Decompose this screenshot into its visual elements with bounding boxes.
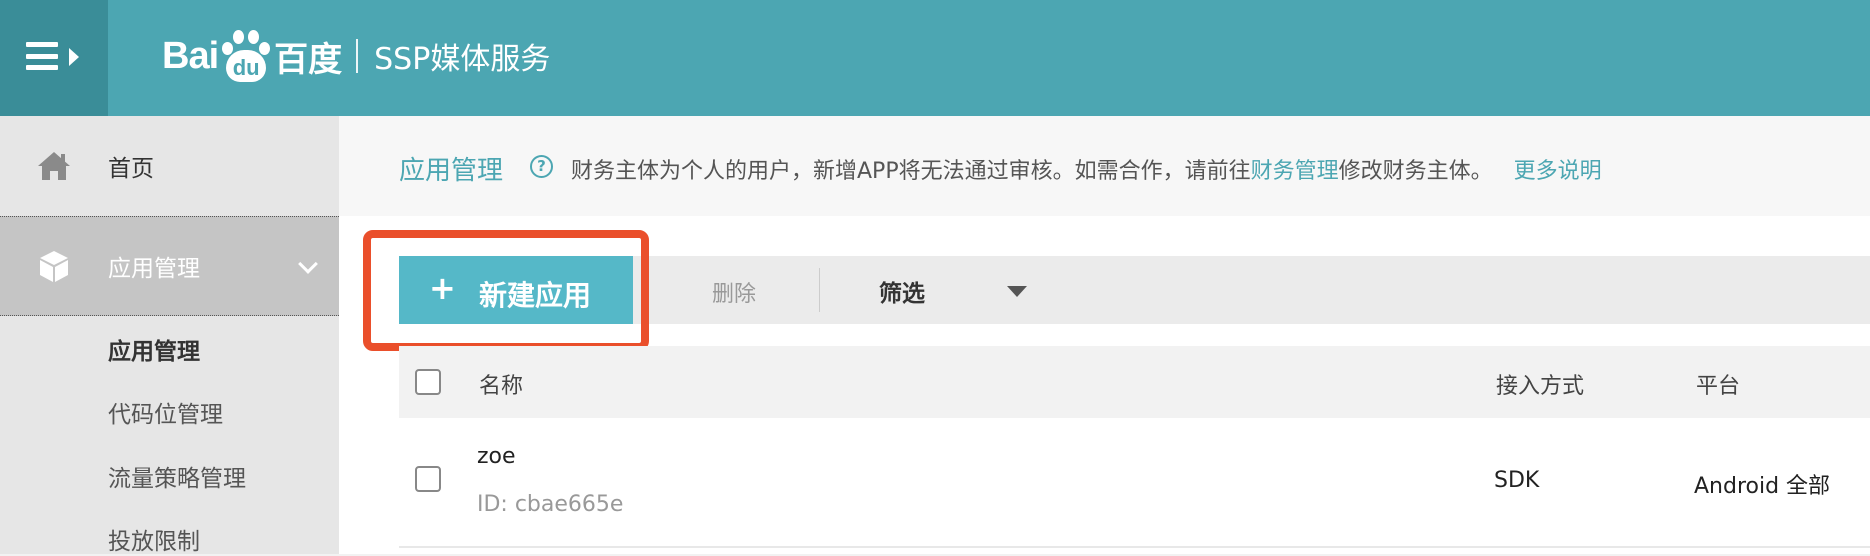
product-name: SSP媒体服务 <box>374 42 551 77</box>
main-content: 应用管理 ? 财务主体为个人的用户，新增APP将无法通过审核。如需合作，请前往财… <box>339 116 1870 554</box>
filter-button[interactable]: 筛选 <box>879 274 925 308</box>
column-header-access: 接入方式 <box>1496 374 1585 399</box>
page-title: 应用管理 <box>399 156 504 186</box>
sidebar-item-home[interactable]: 首页 <box>0 116 339 216</box>
sidebar-subitem-delivery-limit[interactable]: 投放限制 <box>108 522 200 556</box>
app-id: ID: cbae665e <box>477 492 624 517</box>
sidebar-subitem-traffic-strategy[interactable]: 流量策略管理 <box>108 459 246 493</box>
select-all-checkbox[interactable] <box>415 369 441 395</box>
logo-separator <box>356 39 359 73</box>
toolbar-divider <box>819 268 820 312</box>
sidebar-subitem-adunit-management[interactable]: 代码位管理 <box>108 395 223 429</box>
caret-down-icon[interactable] <box>1007 286 1027 297</box>
hamburger-icon <box>26 42 58 70</box>
delete-button[interactable]: 删除 <box>712 276 756 308</box>
cube-icon <box>40 251 68 282</box>
sidebar-subitem-app-management[interactable]: 应用管理 <box>108 332 200 366</box>
notice-bar: 应用管理 ? 财务主体为个人的用户，新增APP将无法通过审核。如需合作，请前往财… <box>339 116 1870 216</box>
paw-icon: du <box>220 30 271 82</box>
app-name[interactable]: zoe <box>477 444 516 469</box>
notice-text: 财务主体为个人的用户，新增APP将无法通过审核。如需合作，请前往财务管理修改财务… <box>571 159 1602 184</box>
expand-arrow-icon <box>69 48 79 66</box>
table-header: 名称 接入方式 平台 <box>399 346 1870 418</box>
home-icon <box>38 152 70 180</box>
column-header-name: 名称 <box>479 374 524 399</box>
highlight-annotation <box>363 230 649 351</box>
sidebar-item-label: 首页 <box>108 156 154 182</box>
top-header: Bai du 百度 SSP媒体服务 <box>0 0 1870 116</box>
sidebar-item-app-management[interactable]: 应用管理 <box>0 216 339 316</box>
table-row[interactable]: zoe ID: cbae665e SDK Android 全部 <box>399 418 1870 548</box>
menu-toggle-button[interactable] <box>0 0 108 116</box>
column-header-platform: 平台 <box>1696 374 1741 399</box>
access-type: SDK <box>1494 468 1540 493</box>
platform: Android 全部 <box>1694 474 1831 499</box>
logo-chinese: 百度 <box>274 39 343 80</box>
chevron-down-icon <box>298 254 318 274</box>
help-icon[interactable]: ? <box>530 155 553 178</box>
row-checkbox[interactable] <box>415 466 441 492</box>
baidu-logo[interactable]: Bai du 百度 SSP媒体服务 <box>162 22 550 90</box>
more-info-link[interactable]: 更多说明 <box>1514 159 1602 184</box>
sidebar: 首页 应用管理 应用管理 代码位管理 流量策略管理 投放限制 <box>0 116 339 556</box>
sidebar-item-label: 应用管理 <box>108 256 200 282</box>
finance-management-link[interactable]: 财务管理 <box>1251 159 1339 184</box>
logo-latin: Bai <box>162 34 219 77</box>
